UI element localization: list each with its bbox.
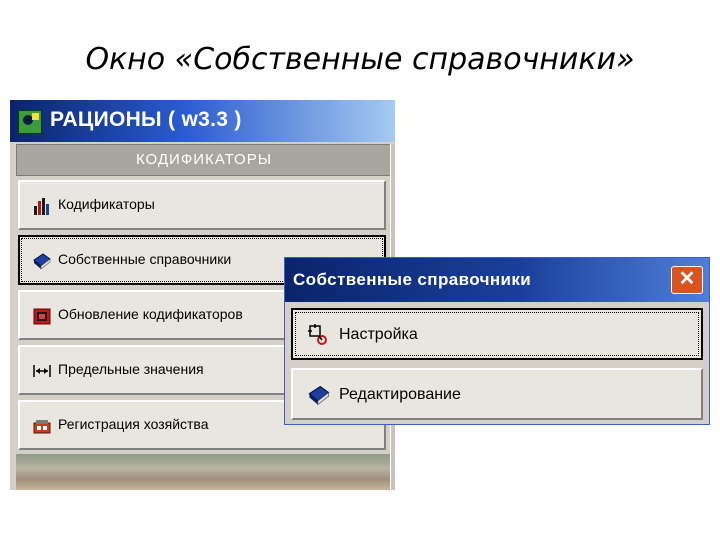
codifiers-label: Кодификаторы: [58, 196, 155, 212]
close-button[interactable]: ✕: [671, 266, 703, 294]
book-icon: [33, 253, 51, 270]
main-window-title: РАЦИОНЫ ( w3.3 ): [50, 108, 242, 131]
close-icon: ✕: [678, 268, 696, 290]
dialog-titlebar[interactable]: Собственные справочники ✕: [285, 258, 709, 302]
settings-button[interactable]: Настройка: [291, 308, 703, 360]
update-icon: [33, 308, 51, 325]
own-references-dialog: Собственные справочники ✕ Настройка Реда…: [284, 257, 710, 425]
bar-chart-icon: [34, 198, 49, 215]
editing-button[interactable]: Редактирование: [291, 368, 703, 420]
background-photo: [16, 454, 390, 490]
slide-title: Окно «Собственные справочники»: [85, 42, 635, 77]
farm-registration-label: Регистрация хозяйства: [58, 416, 209, 432]
dialog-title: Собственные справочники: [293, 270, 532, 289]
settings-label: Настройка: [339, 326, 418, 343]
app-icon: [18, 110, 42, 134]
main-titlebar[interactable]: РАЦИОНЫ ( w3.3 ): [10, 100, 395, 142]
register-icon: [33, 420, 51, 434]
editing-label: Редактирование: [339, 386, 461, 403]
settings-icon: [308, 324, 327, 345]
update-codifiers-label: Обновление кодификаторов: [58, 306, 243, 322]
own-references-label: Собственные справочники: [58, 251, 232, 267]
limit-values-label: Предельные значения: [58, 361, 204, 377]
range-arrows-icon: [33, 365, 51, 377]
book-icon: [308, 385, 330, 406]
section-header: КОДИФИКАТОРЫ: [16, 144, 392, 176]
codifiers-button[interactable]: Кодификаторы: [18, 180, 386, 230]
